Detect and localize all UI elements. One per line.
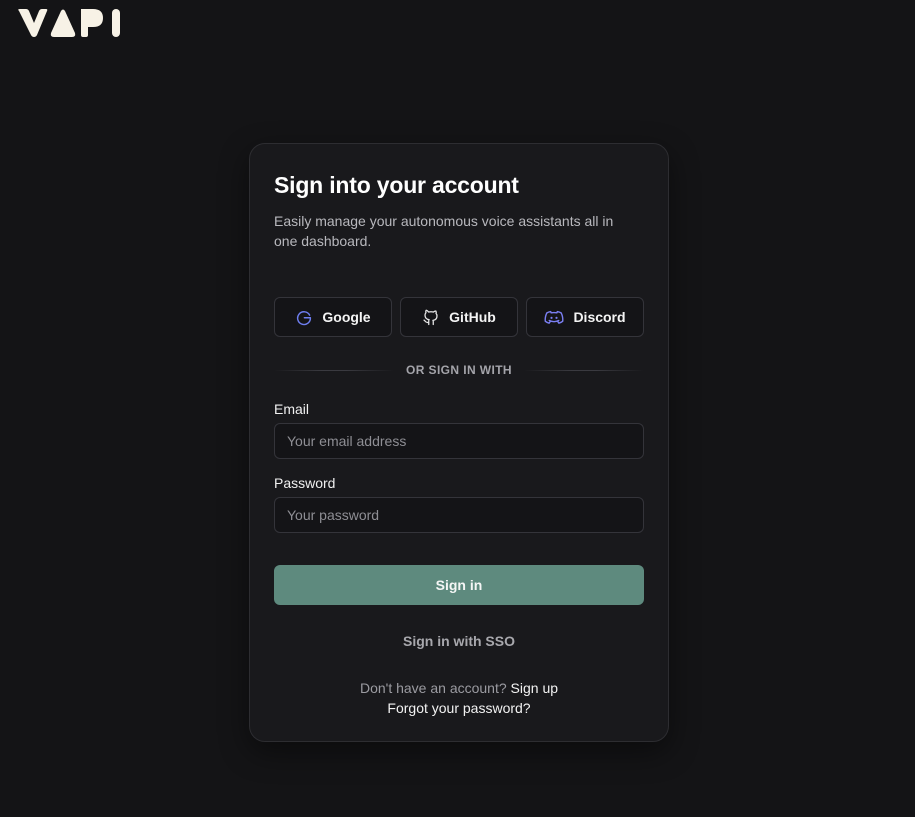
divider-line-right: [524, 369, 644, 371]
divider-line-left: [274, 369, 394, 371]
forgot-password-link[interactable]: Forgot your password?: [387, 700, 530, 716]
github-button-label: GitHub: [449, 309, 496, 325]
page-title: Sign into your account: [274, 172, 519, 198]
password-label: Password: [274, 475, 336, 491]
github-signin-button[interactable]: GitHub: [400, 297, 518, 337]
google-signin-button[interactable]: Google: [274, 297, 392, 337]
page-subtitle: Easily manage your autonomous voice assi…: [274, 213, 614, 249]
signup-prompt: Don't have an account? Sign up: [274, 680, 644, 696]
discord-icon: [544, 310, 564, 324]
or-divider: OR SIGN IN WITH: [274, 360, 644, 380]
email-label: Email: [274, 401, 310, 417]
google-button-label: Google: [322, 309, 371, 325]
discord-button-label: Discord: [573, 309, 626, 325]
forgot-password-row: Forgot your password?: [274, 700, 644, 716]
signin-card: Sign into your account Easily manage you…: [249, 143, 669, 742]
oauth-buttons: Google GitHub Discord: [274, 297, 644, 337]
sso-signin-link[interactable]: Sign in with SSO: [274, 633, 644, 649]
vapi-logo[interactable]: [17, 8, 125, 38]
google-icon: [297, 311, 312, 326]
discord-signin-button[interactable]: Discord: [526, 297, 644, 337]
password-field[interactable]: [274, 497, 644, 533]
no-account-text: Don't have an account?: [359, 680, 507, 696]
sign-up-link[interactable]: Sign up: [511, 680, 558, 696]
sign-in-button[interactable]: Sign in: [274, 565, 644, 605]
github-icon: [423, 309, 438, 326]
login-page: Sign into your account Easily manage you…: [0, 0, 915, 817]
divider-text: OR SIGN IN WITH: [406, 363, 512, 377]
email-field[interactable]: [274, 423, 644, 459]
